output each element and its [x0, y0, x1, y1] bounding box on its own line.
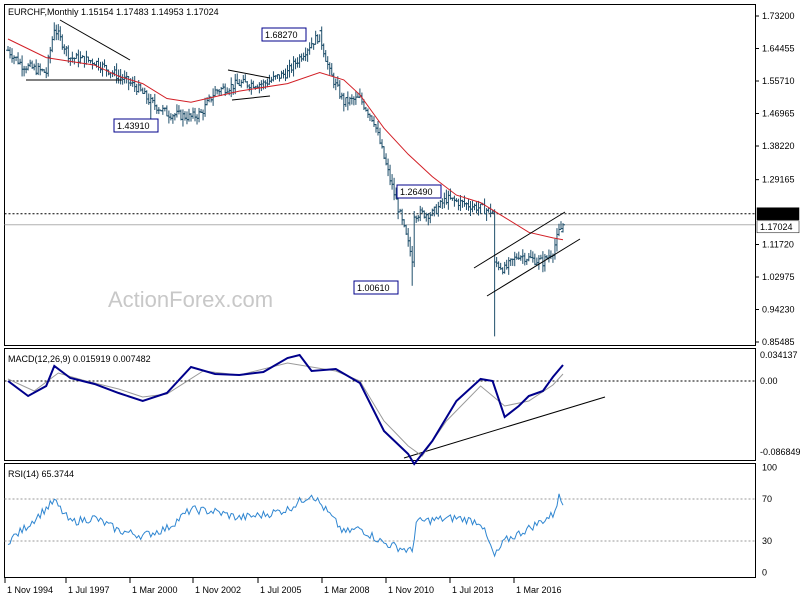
macd-y-tick-label: 0.00 — [760, 376, 778, 386]
eurchf-monthly-chart: ActionForex.com EURCHF,Monthly 1.15154 1… — [4, 4, 800, 595]
y-tick-label: 1.29165 — [762, 175, 795, 185]
y-tick-label: 1.38220 — [762, 141, 795, 151]
macd-panel — [4, 348, 756, 461]
chart-title: EURCHF,Monthly 1.15154 1.17483 1.14953 1… — [8, 7, 219, 17]
x-tick-label: 1 Jul 2013 — [452, 585, 494, 595]
y-tick-label: 1.73200 — [762, 11, 795, 21]
x-tick-label: 1 Jul 1997 — [68, 585, 110, 595]
svg-text:1.17024: 1.17024 — [760, 222, 793, 232]
rsi-y-tick-label: 70 — [762, 494, 772, 504]
rsi-panel — [4, 463, 756, 578]
price-level-label: 1.20000 — [756, 207, 800, 220]
x-tick-label: 1 Nov 1994 — [7, 585, 53, 595]
y-tick-label: 1.46965 — [762, 109, 795, 119]
watermark: ActionForex.com — [108, 287, 273, 312]
level-annotation-1-43910: 1.43910 — [113, 118, 159, 133]
annotation-label: 1.68270 — [265, 30, 298, 40]
y-tick-label: 0.85485 — [762, 337, 795, 347]
level-annotation-1-00610: 1.00610 — [353, 280, 399, 295]
y-tick-label: 1.55710 — [762, 76, 795, 86]
last-price-label: 1.17024 — [756, 220, 800, 234]
rsi-y-tick-label: 30 — [762, 536, 772, 546]
y-tick-label: 1.11720 — [762, 239, 794, 249]
level-annotation-1-68270: 1.68270 — [261, 27, 307, 42]
macd-title: MACD(12,26,9) 0.015919 0.007482 — [8, 354, 151, 364]
rsi-y-tick-label: 0 — [762, 568, 767, 578]
y-tick-label: 0.94230 — [762, 304, 795, 314]
annotation-label: 1.26490 — [400, 187, 433, 197]
rsi-y-tick-label: 100 — [762, 463, 777, 473]
macd-y-tick-label: 0.034137 — [760, 350, 798, 360]
rsi-title: RSI(14) 65.3744 — [8, 469, 74, 479]
x-tick-label: 1 Mar 2008 — [324, 585, 370, 595]
y-tick-label: 1.02975 — [762, 272, 795, 282]
x-tick-label: 1 Nov 2002 — [195, 585, 241, 595]
annotation-label: 1.43910 — [117, 121, 150, 131]
y-tick-label: 1.64455 — [762, 44, 795, 54]
svg-text:1.20000: 1.20000 — [760, 209, 793, 219]
x-tick-label: 1 Jul 2005 — [260, 585, 302, 595]
x-tick-label: 1 Mar 2016 — [516, 585, 562, 595]
x-tick-label: 1 Mar 2000 — [132, 585, 178, 595]
x-tick-label: 1 Nov 2010 — [388, 585, 434, 595]
macd-y-tick-label: -0.086849 — [760, 447, 800, 457]
annotation-label: 1.00610 — [357, 283, 390, 293]
level-annotation-1-26490: 1.26490 — [396, 184, 442, 199]
